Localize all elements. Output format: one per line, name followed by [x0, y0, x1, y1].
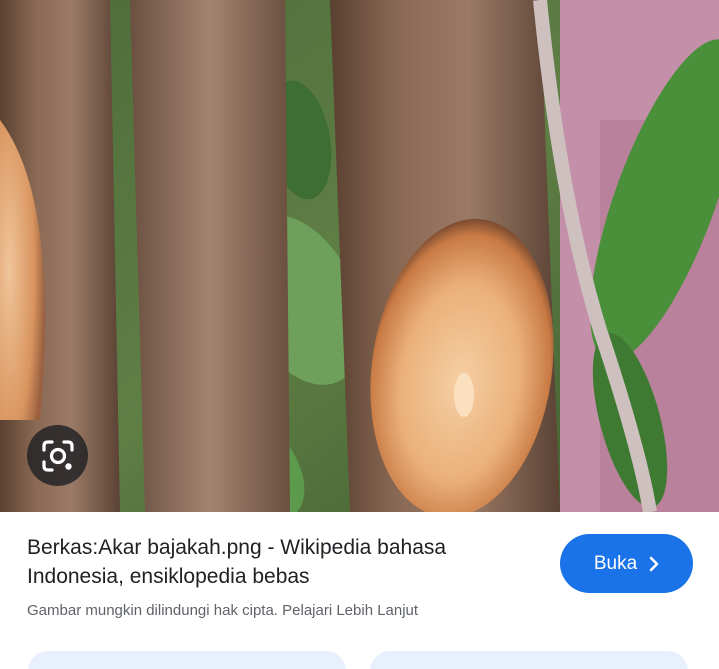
copyright-notice: Gambar mungkin dilindungi hak cipta. Pel… — [27, 601, 418, 621]
preview-image[interactable] — [0, 0, 719, 512]
google-lens-icon — [41, 439, 75, 473]
result-info-panel: Berkas:Akar bajakah.png - Wikipedia baha… — [0, 512, 719, 669]
open-button[interactable]: Buka — [560, 534, 693, 593]
learn-more-link[interactable]: Pelajari Lebih Lanjut — [282, 602, 418, 619]
open-button-label: Buka — [593, 552, 638, 574]
image-viewer-panel: Berkas:Akar bajakah.png - Wikipedia baha… — [0, 0, 719, 669]
result-title[interactable]: Berkas:Akar bajakah.png - Wikipedia baha… — [27, 533, 537, 591]
action-chip-left[interactable] — [28, 651, 346, 669]
copyright-text: Gambar mungkin dilindungi hak cipta. — [27, 602, 283, 619]
google-lens-button[interactable] — [27, 425, 88, 486]
action-chip-right[interactable] — [370, 651, 688, 669]
chevron-right-icon — [643, 553, 665, 575]
